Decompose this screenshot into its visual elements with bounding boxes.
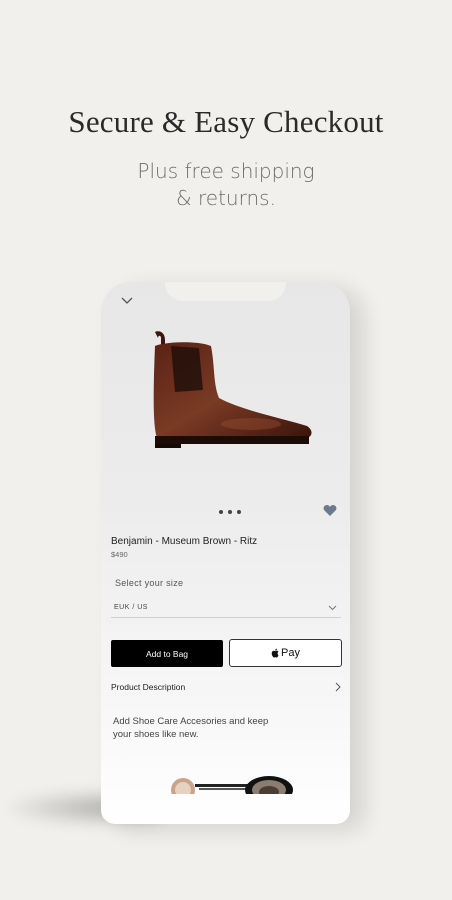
carousel-dot[interactable]: [219, 510, 223, 514]
shoe-care-text: Add Shoe Care Accesories and keep your s…: [113, 716, 269, 740]
promo-subline-line-2: & returns.: [176, 186, 276, 210]
carousel-dot[interactable]: [228, 510, 232, 514]
product-description-label: Product Description: [111, 682, 186, 692]
product-price: $490: [111, 550, 128, 559]
image-carousel-dots[interactable]: [219, 510, 241, 514]
apple-logo-icon: [271, 648, 279, 658]
chevron-down-icon[interactable]: [120, 296, 134, 306]
size-select-value: EUK / US: [114, 604, 148, 611]
heart-icon[interactable]: [323, 504, 337, 517]
product-name: Benjamin - Museum Brown - Ritz: [111, 536, 258, 547]
size-select[interactable]: EUK / US: [111, 600, 341, 618]
size-label: Select your size: [115, 578, 184, 588]
product-description-row[interactable]: Product Description: [111, 680, 341, 694]
apple-pay-button[interactable]: Pay: [229, 639, 342, 667]
phone-mockup: Benjamin - Museum Brown - Ritz $490 Sele…: [101, 282, 350, 824]
add-to-bag-button[interactable]: Add to Bag: [111, 640, 223, 667]
carousel-dot[interactable]: [237, 510, 241, 514]
apple-pay-label: Pay: [281, 647, 300, 659]
phone-notch: [165, 282, 286, 301]
chevron-right-icon: [335, 682, 341, 692]
shoe-care-products-image[interactable]: [169, 770, 299, 794]
promo-subline-line-1: Plus free shipping: [137, 159, 315, 183]
promo-subline: Plus free shipping & returns.: [0, 158, 452, 212]
product-image[interactable]: [141, 326, 317, 456]
promo-headline: Secure & Easy Checkout: [68, 104, 384, 139]
chevron-down-icon: [328, 605, 337, 611]
